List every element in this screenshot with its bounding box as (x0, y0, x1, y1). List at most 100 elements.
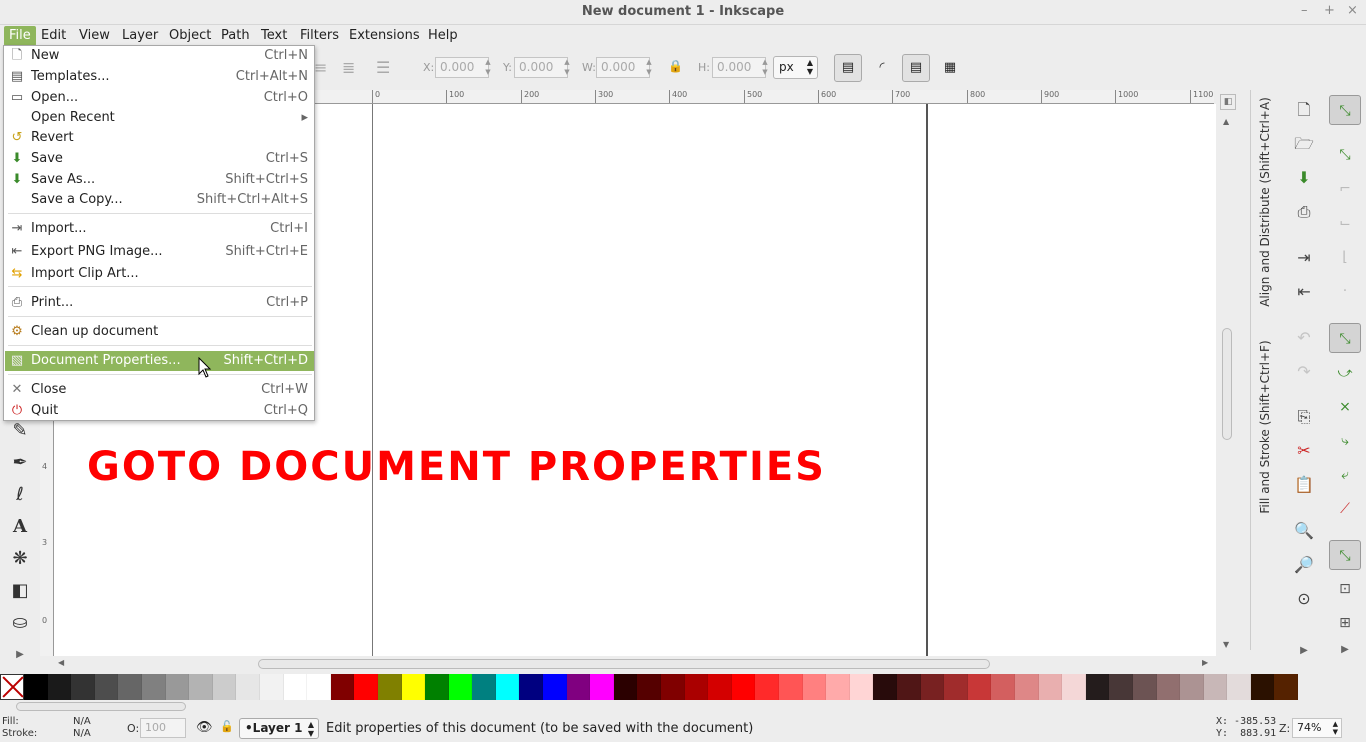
color-swatch[interactable] (1227, 674, 1251, 700)
color-swatch[interactable] (189, 674, 213, 700)
color-swatch[interactable] (613, 674, 638, 700)
snap-enable-toggle[interactable]: ⤡ (1329, 95, 1361, 125)
scale-corners-toggle[interactable]: ◜ (868, 54, 896, 82)
color-swatch[interactable] (1062, 674, 1086, 700)
snap-nodes-toggle[interactable]: ⤡ (1329, 323, 1361, 353)
color-swatch[interactable] (543, 674, 567, 700)
lock-guides-icon[interactable]: ◧ (1220, 94, 1236, 110)
y-spinner[interactable]: ▲ ▼ (562, 57, 572, 78)
snap-others-toggle[interactable]: ⤡ (1329, 540, 1361, 570)
color-swatch[interactable] (1250, 674, 1275, 700)
more-snap-arrow-icon[interactable]: ▶ (1329, 635, 1361, 665)
snap-bbox-edges-icon[interactable]: ⌐ (1329, 174, 1361, 204)
color-swatch[interactable] (401, 674, 426, 700)
vertical-scroll-thumb[interactable] (1222, 328, 1232, 440)
color-swatch[interactable] (1085, 674, 1110, 700)
w-field[interactable]: 0.000 (596, 57, 650, 78)
menu-file[interactable]: File (4, 26, 36, 46)
menu-layer[interactable]: Layer (117, 26, 163, 46)
menu-item-open[interactable]: ▭ Open... Ctrl+O (5, 88, 314, 108)
color-swatch[interactable] (755, 674, 779, 700)
zoom-page-icon[interactable]: ⊙ (1293, 588, 1315, 610)
open-icon[interactable]: 🗁 (1293, 133, 1315, 155)
color-swatch[interactable] (448, 674, 473, 700)
snap-rotation-center-icon[interactable]: ⊞ (1329, 608, 1361, 638)
x-field[interactable]: 0.000 (435, 57, 489, 78)
color-swatch[interactable] (307, 674, 331, 700)
menu-extensions[interactable]: Extensions (344, 26, 425, 46)
snap-smooth-nodes-icon[interactable]: ⤶ (1329, 460, 1361, 490)
color-swatch[interactable] (826, 674, 850, 700)
more-commands-arrow-icon[interactable]: ▶ (1293, 640, 1315, 662)
zoom-selection-icon[interactable]: 🔍 (1293, 520, 1315, 542)
color-swatch[interactable] (472, 674, 496, 700)
lock-icon[interactable]: 🔒 (668, 59, 683, 73)
color-swatch[interactable] (944, 674, 968, 700)
menu-item-open-recent[interactable]: Open Recent ▸ (5, 108, 314, 128)
color-swatch[interactable] (708, 674, 732, 700)
print-icon[interactable]: ⎙ (1293, 201, 1315, 223)
lower-icon[interactable]: ☰ (376, 58, 390, 77)
color-swatch[interactable] (637, 674, 662, 700)
menu-path[interactable]: Path (216, 26, 255, 46)
pen-tool-icon[interactable]: ✒ (6, 448, 34, 476)
snap-cusp-nodes-icon[interactable]: ⤷ (1329, 426, 1361, 456)
none-color-swatch[interactable] (0, 674, 24, 700)
menu-text[interactable]: Text (256, 26, 292, 46)
menu-item-print[interactable]: ⎙ Print... Ctrl+P (5, 293, 314, 313)
paste-icon[interactable]: 📋 (1293, 474, 1315, 496)
color-swatch[interactable] (283, 674, 308, 700)
menu-object[interactable]: Object (164, 26, 216, 46)
color-swatch[interactable] (802, 674, 827, 700)
spray-tool-icon[interactable]: ❋ (6, 544, 34, 572)
menu-view[interactable]: View (74, 26, 115, 46)
color-swatch[interactable] (991, 674, 1015, 700)
w-spinner[interactable]: ▲ ▼ (644, 57, 654, 78)
vertical-scrollbar[interactable]: ◧ ▲ ▼ (1216, 90, 1240, 658)
canvas-text-object[interactable]: GOTO DOCUMENT PROPERTIES (87, 444, 826, 490)
snap-bbox-midpoints-icon[interactable]: ⌊ (1329, 242, 1361, 272)
color-swatch[interactable] (1203, 674, 1228, 700)
fill-stroke-tab[interactable]: Fill and Stroke (Shift+Ctrl+F) (1258, 337, 1272, 517)
scroll-down-arrow-icon[interactable]: ▼ (1223, 640, 1229, 649)
zoom-field[interactable]: 74% ▲ ▼ (1292, 718, 1342, 738)
color-swatch[interactable] (236, 674, 260, 700)
layer-lock-icon[interactable]: 🔓 (220, 720, 234, 733)
scroll-left-arrow-icon[interactable]: ◀ (58, 658, 64, 667)
color-swatch[interactable] (94, 674, 119, 700)
x-spinner[interactable]: ▲ ▼ (483, 57, 493, 78)
snap-bbox-centers-icon[interactable]: ⋅ (1329, 276, 1361, 306)
horizontal-scrollbar[interactable]: ◀ ▶ (54, 656, 1216, 672)
menu-filters[interactable]: Filters (295, 26, 344, 46)
color-swatch[interactable] (920, 674, 945, 700)
snap-bbox-corners-icon[interactable]: ⌙ (1329, 208, 1361, 238)
menu-edit[interactable]: Edit (36, 26, 71, 46)
import-icon[interactable]: ⇥ (1293, 247, 1315, 269)
menu-item-new[interactable]: 🗋 New Ctrl+N (5, 46, 314, 66)
color-swatch[interactable] (495, 674, 520, 700)
unit-select[interactable]: px ▲ ▼ (773, 56, 818, 79)
menu-item-save-as[interactable]: ⬇ Save As... Shift+Ctrl+S (5, 170, 314, 190)
menu-item-cleanup[interactable]: ⚙ Clean up document (5, 322, 314, 342)
color-swatch[interactable] (259, 674, 284, 700)
align-icon[interactable]: ≡ (314, 58, 327, 77)
horizontal-scroll-thumb[interactable] (258, 659, 990, 669)
scroll-right-arrow-icon[interactable]: ▶ (1202, 658, 1208, 667)
menu-item-import[interactable]: ⇥ Import... Ctrl+I (5, 219, 314, 239)
move-patterns-toggle[interactable]: ▦ (936, 54, 964, 82)
menu-item-export-png[interactable]: ⇤ Export PNG Image... Shift+Ctrl+E (5, 242, 314, 262)
eraser-tool-icon[interactable]: ◧ (6, 576, 34, 604)
snap-intersections-icon[interactable]: ⨯ (1329, 392, 1361, 422)
color-swatch[interactable] (519, 674, 544, 700)
color-swatch[interactable] (967, 674, 992, 700)
color-swatch[interactable] (566, 674, 591, 700)
snap-bbox-icon[interactable]: ⤡ (1329, 140, 1361, 170)
color-swatch[interactable] (165, 674, 190, 700)
cut-icon[interactable]: ✂ (1293, 440, 1315, 462)
y-field[interactable]: 0.000 (514, 57, 568, 78)
menu-help[interactable]: Help (423, 26, 463, 46)
h-field[interactable]: 0.000 (712, 57, 766, 78)
minimize-button[interactable]: – (1301, 3, 1308, 18)
snap-line-midpoints-icon[interactable]: ⟋ (1329, 494, 1361, 524)
menu-item-close[interactable]: ✕ Close Ctrl+W (5, 380, 314, 400)
